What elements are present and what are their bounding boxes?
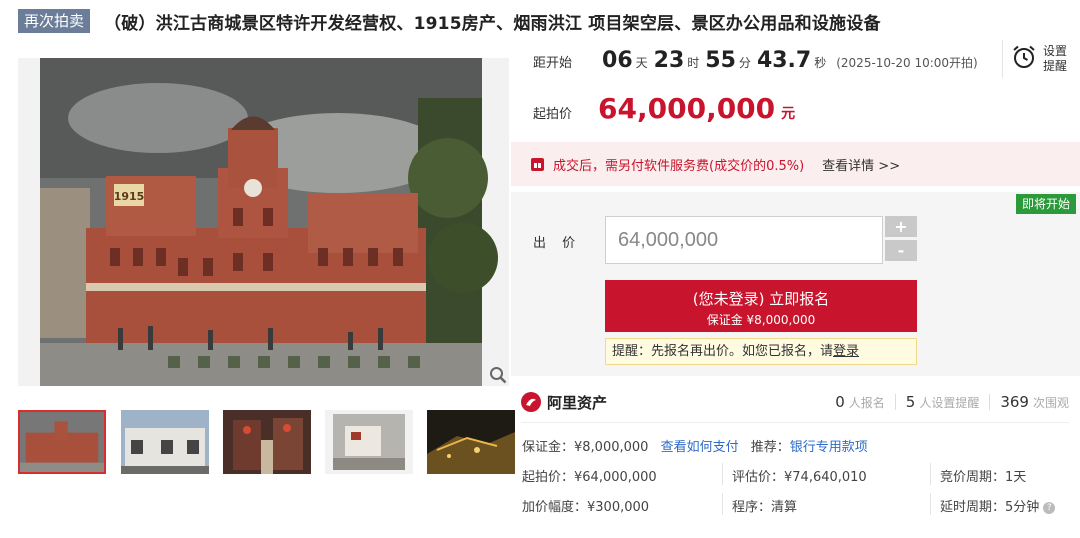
deposit-amount: 保证金 ¥8,000,000 <box>706 313 816 327</box>
deposit-text: 保证金：¥8,000,000 <box>522 440 649 455</box>
countdown-minutes-unit: 分 <box>738 56 751 70</box>
reminders-count: 5 <box>905 393 916 411</box>
views-count: 369 <box>1000 393 1029 411</box>
login-link[interactable]: 登录 <box>833 344 859 359</box>
building-photo: 1915 <box>18 58 509 386</box>
column-divider <box>722 493 723 515</box>
bid-panel: 即将开始 出 价 64,000,000 + - (您未登录) 立即报名 保证金 … <box>511 192 1080 376</box>
set-reminder-button[interactable]: 设置提醒 <box>1002 40 1076 78</box>
start-price-value: 64,000,000 <box>598 92 776 125</box>
appraisal-info: 评估价：¥74,640,010 <box>732 470 867 485</box>
thumbnail-3[interactable] <box>223 410 311 474</box>
start-price: 起拍价 64,000,000 元 <box>533 92 795 125</box>
bidding-cycle-info: 竞价周期：1天 <box>940 470 1027 485</box>
recommend-label: 推荐： <box>750 440 790 455</box>
increase-bid-button[interactable]: + <box>885 216 917 237</box>
thumbnail-strip <box>18 410 515 476</box>
main-image[interactable]: 1915 <box>18 58 509 386</box>
countdown-seconds: 43.7 <box>756 48 812 73</box>
deposit-info: 保证金：¥8,000,000 查看如何支付 推荐：银行专用款项 <box>522 436 868 455</box>
countdown-seconds-unit: 秒 <box>814 56 827 70</box>
page-title: （破）洪江古商城景区特许开发经营权、1915房产、烟雨洪江 项目架空层、景区办公… <box>104 13 881 34</box>
reminders-label: 人设置提醒 <box>919 395 980 410</box>
start-time: (2025-10-20 10:00开拍) <box>836 56 978 70</box>
column-divider <box>930 493 931 515</box>
delay-cycle-info: 延时周期：5分钟? <box>940 496 1056 515</box>
column-divider <box>722 463 723 485</box>
start-price-unit: 元 <box>781 106 796 122</box>
building-sign-text: 1915 <box>114 190 145 203</box>
registrants-label: 人报名 <box>848 395 885 410</box>
bid-label: 出 价 <box>533 236 582 251</box>
procedure-info: 程序：清算 <box>732 500 798 515</box>
thumbnail-5[interactable] <box>427 410 515 474</box>
stats: 0 人报名 5 人设置提醒 369 次围观 <box>835 393 1069 411</box>
bid-amount-input[interactable]: 64,000,000 <box>605 216 883 264</box>
thumbnail-1[interactable] <box>18 410 106 474</box>
bank-payment-link[interactable]: 银行专用款项 <box>790 440 868 455</box>
column-divider <box>930 463 931 485</box>
login-tip-text: 提醒：先报名再出价。如您已报名，请 <box>612 344 834 359</box>
thumbnail-4[interactable] <box>325 410 413 474</box>
ali-assets-logo: 阿里资产 <box>521 392 607 413</box>
status-badge: 即将开始 <box>1015 194 1076 214</box>
how-to-pay-link[interactable]: 查看如何支付 <box>661 440 739 455</box>
service-fee-text: 成交后，需另付软件服务费(成交价的0.5%) <box>553 158 805 174</box>
start-price-info: 起拍价：¥64,000,000 <box>522 470 657 485</box>
view-details-link[interactable]: 查看详情 >> <box>822 155 900 174</box>
start-price-label: 起拍价 <box>533 107 573 122</box>
divider <box>521 422 1069 423</box>
alarm-clock-icon <box>1011 44 1037 74</box>
login-tip: 提醒：先报名再出价。如您已报名，请登录 <box>605 338 917 365</box>
increment-info: 加价幅度：¥300,000 <box>522 500 650 515</box>
register-button-label: (您未登录) 立即报名 <box>692 290 830 308</box>
delay-cycle-text: 延时周期：5分钟 <box>940 500 1040 515</box>
countdown: 距开始 06 天 23 时 55 分 43.7 秒 (2025-10-20 10… <box>533 48 978 80</box>
views-label: 次围观 <box>1032 395 1069 410</box>
register-button[interactable]: (您未登录) 立即报名 保证金 ¥8,000,000 <box>605 280 917 332</box>
title-row: 再次拍卖 （破）洪江古商城景区特许开发经营权、1915房产、烟雨洪江 项目架空层… <box>18 8 881 34</box>
countdown-days: 06 <box>602 48 633 73</box>
stat-divider <box>894 394 896 410</box>
service-fee-notice: 成交后，需另付软件服务费(成交价的0.5%) 查看详情 >> <box>511 142 1080 186</box>
platform-row: 阿里资产 0 人报名 5 人设置提醒 369 次围观 <box>521 386 1069 418</box>
thumbnail-2[interactable] <box>121 410 209 474</box>
gift-icon <box>531 157 544 171</box>
stat-divider <box>989 394 991 410</box>
reauction-tag: 再次拍卖 <box>18 9 91 33</box>
countdown-hours-unit: 时 <box>687 56 700 70</box>
help-icon[interactable]: ? <box>1043 501 1056 514</box>
countdown-minutes: 55 <box>705 48 736 73</box>
platform-name: 阿里资产 <box>547 393 608 412</box>
countdown-hours: 23 <box>653 48 685 73</box>
set-reminder-label: 设置提醒 <box>1043 44 1068 73</box>
zoom-icon[interactable] <box>487 364 509 386</box>
ali-logo-icon <box>521 392 541 412</box>
countdown-days-unit: 天 <box>635 56 648 70</box>
registrants-count: 0 <box>835 393 845 411</box>
countdown-label: 距开始 <box>533 56 573 71</box>
decrease-bid-button[interactable]: - <box>885 240 917 261</box>
